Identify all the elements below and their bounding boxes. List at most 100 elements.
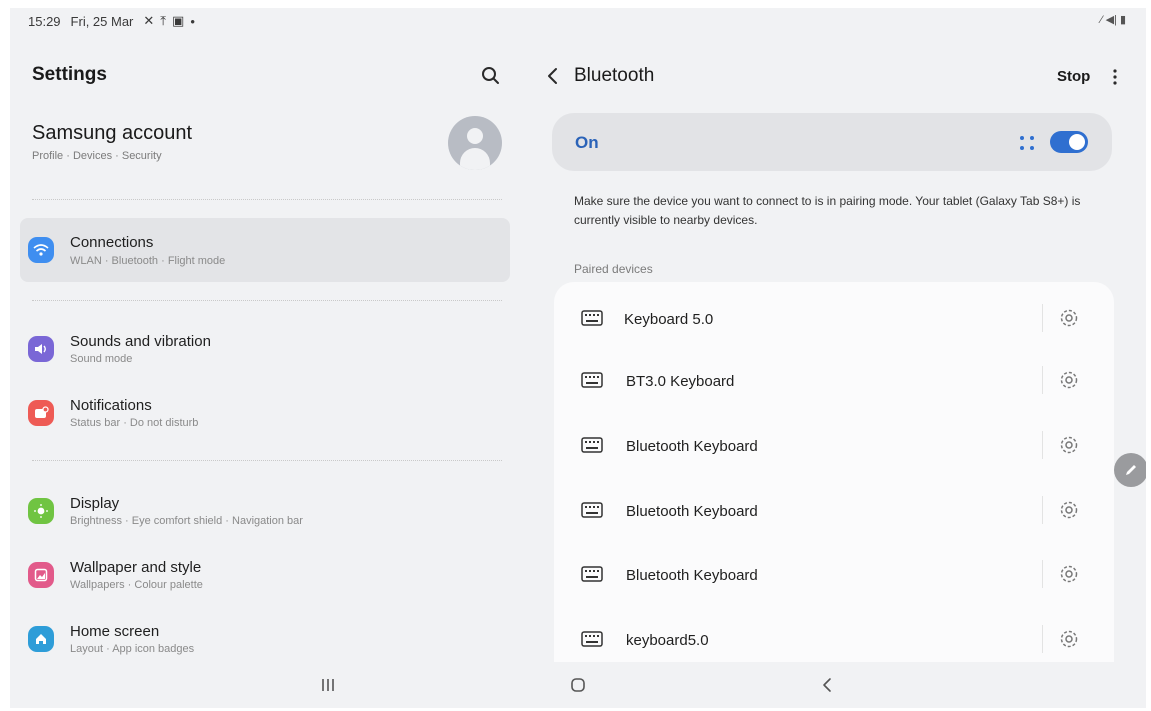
chevron-left-icon [548, 68, 557, 84]
status-time: 15:29 [28, 13, 61, 29]
device-settings-button[interactable] [1056, 305, 1082, 331]
wifi-icon [28, 237, 54, 263]
keyboard-icon [581, 437, 603, 453]
gear-icon [1060, 436, 1078, 454]
device-row[interactable]: Bluetooth Keyboard [554, 413, 1114, 477]
keyboard-icon [581, 566, 603, 582]
keyboard-icon [581, 631, 603, 647]
sidebar-item-label: Home screen [70, 623, 160, 640]
recents-button[interactable] [318, 677, 338, 693]
status-system-icons: ⁄ ◀| ▮ [1100, 14, 1126, 26]
separator [1042, 304, 1043, 332]
keyboard-icon [581, 310, 603, 326]
avatar-body [460, 148, 490, 170]
divider [32, 460, 502, 461]
sun-icon [28, 498, 54, 524]
x-app-icon: ✕ [143, 13, 155, 28]
device-settings-button[interactable] [1056, 367, 1082, 393]
nav-back-button[interactable] [820, 675, 834, 695]
bluetooth-toggle-card[interactable]: On [552, 113, 1112, 171]
sidebar-item-sounds[interactable]: Sounds and vibration Sound mode [20, 318, 510, 382]
sidebar-item-wallpaper[interactable]: Wallpaper and style Wallpapers · Colour … [20, 544, 510, 608]
gallery-icon: ▣ [172, 13, 185, 28]
sidebar-item-sublabel: Layout · App icon badges [70, 643, 195, 655]
search-icon [482, 67, 499, 84]
settings-pane: Settings Samsung account Profile · Devic… [10, 32, 520, 662]
separator [1042, 560, 1043, 588]
device-row[interactable]: Keyboard 5.0 [554, 286, 1114, 350]
bluetooth-switch[interactable] [1050, 131, 1088, 153]
bluetooth-pane: Bluetooth Stop On Make sure the device y… [530, 32, 1146, 662]
device-settings-button[interactable] [1056, 497, 1082, 523]
device-row[interactable]: Bluetooth Keyboard [554, 542, 1114, 606]
search-button[interactable] [480, 65, 502, 87]
status-date: Fri, 25 Mar [70, 13, 134, 29]
stop-button[interactable]: Stop [1057, 68, 1090, 85]
upload-icon: ⤒ [160, 13, 167, 28]
gear-icon [1060, 565, 1078, 583]
keyboard-icon [581, 372, 603, 388]
scan-button[interactable] [1018, 134, 1036, 152]
home-square-icon [571, 678, 585, 692]
device-name: Keyboard 5.0 [624, 311, 714, 328]
tablet-screen: 15:29 Fri, 25 Mar ✕ ⤒ ▣ • ⁄ ◀| ▮ Setting… [10, 8, 1146, 708]
device-row[interactable]: BT3.0 Keyboard [554, 348, 1114, 412]
sidebar-item-notifications[interactable]: Notifications Status bar · Do not distur… [20, 382, 510, 446]
sidebar-item-label: Wallpaper and style [70, 559, 202, 576]
home-button[interactable] [570, 677, 586, 693]
samsung-account[interactable]: Samsung account Profile · Devices · Secu… [32, 122, 507, 180]
sidebar-item-label: Notifications [70, 397, 152, 414]
sidebar-item-sublabel: Status bar · Do not disturb [70, 417, 199, 429]
dot-icon: • [190, 13, 195, 29]
gear-icon [1060, 630, 1078, 648]
device-name: keyboard5.0 [626, 632, 709, 649]
notification-icon [28, 400, 54, 426]
avatar[interactable] [448, 116, 502, 170]
sidebar-item-sublabel: WLAN · Bluetooth · Flight mode [70, 255, 226, 267]
device-name: Bluetooth Keyboard [626, 567, 758, 584]
device-settings-button[interactable] [1056, 561, 1082, 587]
keyboard-icon [581, 502, 603, 518]
sidebar-item-label: Connections [70, 234, 154, 251]
device-row[interactable]: keyboard5.0 [554, 607, 1114, 662]
sidebar-item-connections[interactable]: Connections WLAN · Bluetooth · Flight mo… [20, 218, 510, 282]
separator [1042, 366, 1043, 394]
sidebar-item-label: Sounds and vibration [70, 333, 211, 350]
device-name: Bluetooth Keyboard [626, 503, 758, 520]
more-vertical-icon [1113, 69, 1117, 85]
paired-devices-list: Keyboard 5.0 BT3.0 Keyboard Bluetooth Ke… [554, 282, 1114, 662]
device-settings-button[interactable] [1056, 626, 1082, 652]
device-name: Bluetooth Keyboard [626, 438, 758, 455]
sidebar-item-display[interactable]: Display Brightness · Eye comfort shield … [20, 480, 510, 544]
sidebar-item-sublabel: Wallpapers · Colour palette [70, 579, 203, 591]
separator [1042, 496, 1043, 524]
status-bar: 15:29 Fri, 25 Mar ✕ ⤒ ▣ • ⁄ ◀| ▮ [10, 8, 1146, 32]
account-subtitle: Profile · Devices · Security [32, 150, 162, 162]
status-left: 15:29 Fri, 25 Mar ✕ ⤒ ▣ • [28, 13, 195, 29]
sidebar-item-sublabel: Sound mode [70, 353, 133, 365]
back-button[interactable] [544, 65, 562, 87]
toggle-label: On [575, 133, 599, 152]
more-options-button[interactable] [1108, 66, 1122, 88]
home-icon [28, 626, 54, 652]
divider [32, 199, 502, 200]
pairing-info-text: Make sure the device you want to connect… [574, 194, 1081, 227]
device-name: BT3.0 Keyboard [626, 373, 735, 390]
separator [1042, 431, 1043, 459]
gear-icon [1060, 309, 1078, 327]
page-title: Settings [32, 64, 107, 85]
gear-icon [1060, 371, 1078, 389]
device-row[interactable]: Bluetooth Keyboard [554, 478, 1114, 542]
device-settings-button[interactable] [1056, 432, 1082, 458]
edit-fab-button[interactable] [1114, 453, 1146, 487]
scan-dots-icon [1020, 136, 1034, 150]
status-right: ⁄ ◀| ▮ [1101, 13, 1126, 26]
navigation-bar [10, 662, 1146, 708]
separator [1042, 625, 1043, 653]
account-title: Samsung account [32, 122, 193, 144]
status-notification-icons: ✕ ⤒ ▣ • [143, 13, 195, 29]
recents-icon [322, 679, 334, 691]
avatar-head [467, 128, 483, 144]
sidebar-item-sublabel: Brightness · Eye comfort shield · Naviga… [70, 515, 303, 527]
wallpaper-icon [28, 562, 54, 588]
